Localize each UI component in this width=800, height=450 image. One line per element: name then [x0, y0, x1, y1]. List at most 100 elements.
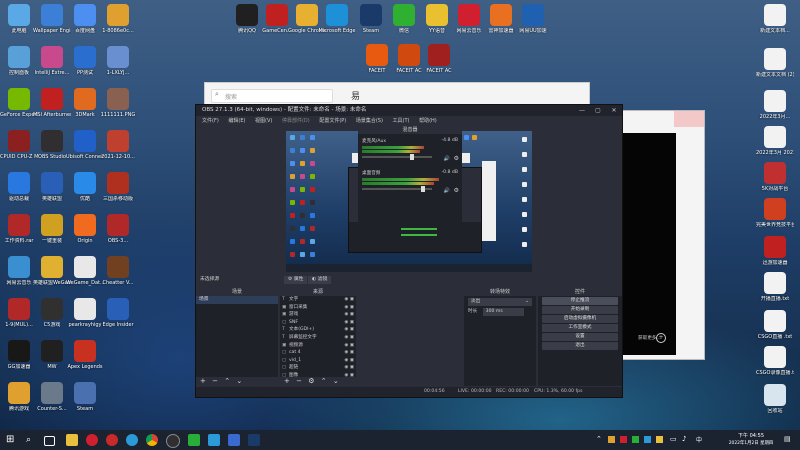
desktop-shortcut[interactable]: 2022年3月 2021-12-... [756, 126, 794, 156]
visibility-lock-icon[interactable]: ◉ ▣ [344, 357, 354, 365]
speaker-icon[interactable]: 🔊 [444, 188, 450, 194]
remove-source-icon[interactable]: − [296, 377, 302, 385]
desktop-shortcut[interactable]: Microsoft Edge [318, 4, 356, 34]
source-item[interactable]: ▢ 超链 ◉ ▣ [280, 364, 356, 372]
settings-button[interactable]: 设置 [542, 333, 618, 341]
menu-help[interactable]: 帮助(H) [419, 116, 437, 126]
close-icon[interactable]: ✕ [606, 105, 622, 116]
add-circle-icon[interactable]: + [656, 333, 666, 343]
move-down-icon[interactable]: ⌄ [236, 377, 242, 385]
desktop-shortcut[interactable]: Steam [66, 382, 104, 412]
speaker-icon[interactable]: 🔊 [444, 156, 450, 162]
filters-button[interactable]: ◐ 滤镜 [308, 276, 332, 284]
gear-icon[interactable]: ⚙ [454, 155, 459, 162]
chrome-icon[interactable] [146, 434, 158, 446]
notification-icon[interactable]: ▤ [784, 435, 791, 443]
move-down-icon[interactable]: ⌄ [333, 377, 339, 385]
transition-select[interactable]: 淡出 ⌄ [468, 298, 532, 306]
visibility-lock-icon[interactable]: ◉ ▣ [344, 296, 354, 304]
source-item[interactable]: ▣ 窗口采集 ◉ ▣ [280, 304, 356, 312]
tray-app-icon[interactable] [632, 436, 639, 443]
windows-start-icon[interactable]: ⊞ [6, 434, 18, 446]
wechat-icon[interactable] [188, 434, 200, 446]
obs-icon[interactable] [166, 434, 180, 448]
tray-app-icon[interactable] [608, 436, 615, 443]
visibility-lock-icon[interactable]: ◉ ▣ [344, 349, 354, 357]
start-virtual-camera-button[interactable]: 启动虚拟摄像机 [542, 315, 618, 323]
steam-icon[interactable] [248, 434, 260, 446]
add-source-icon[interactable]: + [284, 377, 290, 385]
scene-item[interactable]: 场景 [196, 296, 278, 304]
desktop-shortcut[interactable]: 新建文本档... [756, 4, 794, 34]
volume-icon[interactable]: ♪ [682, 435, 686, 443]
desktop-shortcut[interactable]: OBS-3... [99, 214, 137, 244]
slider-handle[interactable] [409, 154, 414, 160]
desktop-shortcut[interactable]: Apex Legends [66, 340, 104, 370]
studio-mode-button[interactable]: 工作室模式 [542, 324, 618, 332]
desktop-shortcut[interactable]: Cheatter V... [99, 256, 137, 286]
minimize-icon[interactable]: — [574, 105, 590, 116]
obs-window[interactable]: OBS 27.1.3 (64-bit, windows) - 配置文件: 未命名… [195, 104, 623, 398]
background-search-box[interactable]: ⌕ 搜索 [211, 89, 333, 103]
file-explorer-icon[interactable] [66, 434, 78, 446]
desktop-shortcut[interactable]: 1-8086e0c... [99, 4, 137, 34]
desktop-shortcut[interactable]: 1111111.PNG [99, 88, 137, 118]
desktop-shortcut[interactable]: 2021-12-10... [99, 130, 137, 160]
visibility-lock-icon[interactable]: ◉ ▣ [344, 342, 354, 350]
wegame-icon[interactable] [228, 434, 240, 446]
move-up-icon[interactable]: ⌃ [224, 377, 230, 385]
source-item[interactable]: ▢ SNF ◉ ▣ [280, 319, 356, 327]
source-item[interactable]: ▢ cat 4 ◉ ▣ [280, 349, 356, 357]
tray-app-icon[interactable] [620, 436, 627, 443]
red-app-icon[interactable] [106, 434, 118, 446]
side-window[interactable]: 获取更多... + [617, 110, 705, 360]
qq-icon[interactable] [208, 434, 220, 446]
desktop-shortcut[interactable]: FACEIT AC [420, 44, 458, 74]
volume-slider[interactable] [362, 186, 432, 192]
source-item[interactable]: T 文本(GDI+) ◉ ▣ [280, 326, 356, 334]
add-scene-icon[interactable]: + [200, 377, 206, 385]
menu-edit[interactable]: 编辑(E) [228, 116, 245, 126]
maximize-icon[interactable]: ▢ [590, 105, 606, 116]
visibility-lock-icon[interactable]: ◉ ▣ [344, 334, 354, 342]
visibility-lock-icon[interactable]: ◉ ▣ [344, 364, 354, 372]
desktop-shortcut[interactable]: 三国杀移动版 [99, 172, 137, 202]
stop-streaming-button[interactable]: 停止推流 [542, 297, 618, 305]
duration-input[interactable]: 300 ms [482, 308, 524, 316]
obs-titlebar[interactable]: OBS 27.1.3 (64-bit, windows) - 配置文件: 未命名… [196, 105, 622, 116]
source-item[interactable]: ▣ 视频源 ◉ ▣ [280, 342, 356, 350]
menu-docks[interactable]: 停靠部件(D) [282, 116, 310, 126]
tray-app-icon[interactable] [656, 436, 663, 443]
gear-icon[interactable]: ⚙ [454, 187, 459, 194]
source-item[interactable]: T 文字 ◉ ▣ [280, 296, 356, 304]
visibility-lock-icon[interactable]: ◉ ▣ [344, 326, 354, 334]
visibility-lock-icon[interactable]: ◉ ▣ [344, 319, 354, 327]
netease-music-icon[interactable] [86, 434, 98, 446]
move-up-icon[interactable]: ⌃ [321, 377, 327, 385]
desktop-shortcut[interactable]: 迅游加速器 [756, 236, 794, 266]
menu-profile[interactable]: 配置文件(P) [319, 116, 346, 126]
desktop-shortcut[interactable]: 2022年3月... [756, 90, 794, 120]
source-settings-icon[interactable]: ⚙ [308, 377, 314, 385]
desktop-shortcut[interactable]: 回收站 [756, 384, 794, 414]
ime-icon[interactable]: 中 [696, 435, 702, 444]
desktop-shortcut[interactable]: 1-LXLYJ... [99, 46, 137, 76]
tray-app-icon[interactable] [644, 436, 651, 443]
source-item[interactable]: T 屏幕监控文字 ◉ ▣ [280, 334, 356, 342]
desktop-shortcut[interactable]: CSGO直播 .txt [756, 310, 794, 340]
source-item[interactable]: ▢ vid_1 ◉ ▣ [280, 357, 356, 365]
network-icon[interactable]: ▭ [670, 435, 677, 443]
desktop-shortcut[interactable]: 开播直播.txt [756, 272, 794, 302]
chevron-up-icon[interactable]: ⌃ [596, 435, 602, 443]
search-icon[interactable]: ⌕ [26, 434, 38, 446]
exit-button[interactable]: 退出 [542, 342, 618, 350]
visibility-lock-icon[interactable]: ◉ ▣ [344, 304, 354, 312]
source-item[interactable]: ▣ 游戏 ◉ ▣ [280, 311, 356, 319]
edge-icon[interactable] [126, 434, 138, 446]
task-view-icon[interactable] [44, 436, 55, 446]
desktop-shortcut[interactable]: 网易UU加速 [514, 4, 552, 34]
desktop-shortcut[interactable]: 完美世界竞技平台 [756, 198, 794, 228]
volume-slider[interactable] [362, 154, 432, 160]
desktop-shortcut[interactable]: CSGO录像直播.txt [756, 346, 794, 376]
desktop-shortcut[interactable]: 5K对战平台 [756, 162, 794, 192]
